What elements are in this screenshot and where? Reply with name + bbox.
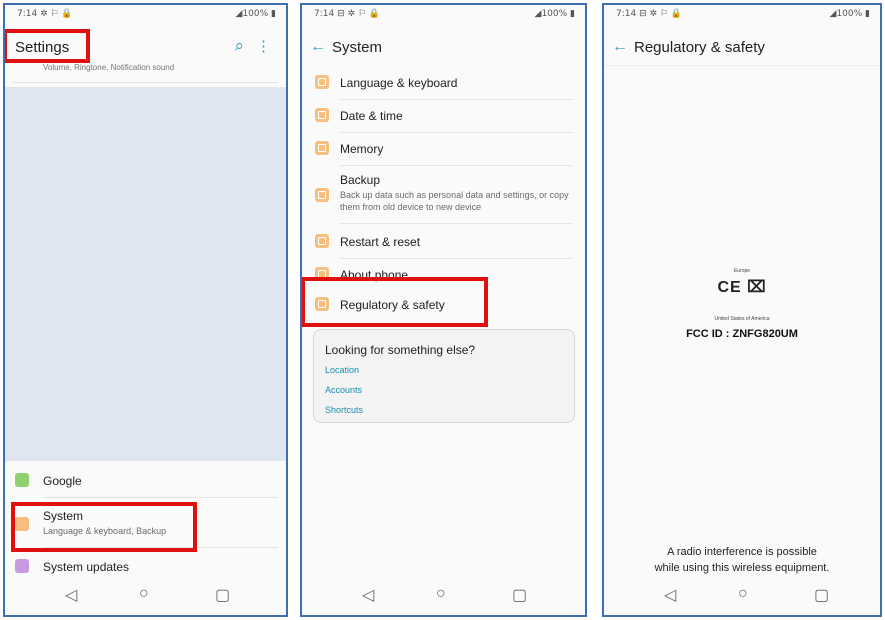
list-item-restart-reset[interactable]: Restart & reset — [302, 228, 585, 258]
notice-line-1: A radio interference is possible — [667, 546, 817, 558]
back-arrow-icon[interactable]: ← — [612, 38, 628, 56]
divider — [340, 99, 573, 100]
divider — [604, 65, 880, 66]
fcc-id: FCC ID : ZNFG820UM — [686, 328, 798, 340]
toolbar: ← System — [302, 27, 585, 67]
divider — [340, 258, 573, 259]
back-nav-icon[interactable]: ◁ — [664, 585, 676, 605]
list-item-label: Date & time — [340, 109, 403, 123]
status-bar: 7:14 ✲ ⚐ 🔒 ◢100% ▮ — [5, 5, 286, 25]
google-icon — [15, 473, 29, 487]
status-bar: 7:14 ⊟ ✲ ⚐ 🔒 ◢100% ▮ — [604, 5, 880, 25]
list-item-label: Language & keyboard — [340, 76, 458, 90]
home-nav-icon[interactable]: ○ — [738, 585, 748, 603]
highlight-box — [302, 277, 488, 327]
back-nav-icon[interactable]: ◁ — [362, 585, 374, 605]
divider — [13, 82, 278, 83]
recent-apps-icon[interactable]: ▢ — [814, 585, 829, 605]
settings-item-google[interactable]: Google — [5, 467, 286, 497]
restart-icon — [315, 234, 329, 248]
back-arrow-icon[interactable]: ← — [310, 38, 326, 56]
list-item-subtext: Back up data such as personal data and s… — [340, 190, 569, 212]
list-item-memory[interactable]: Memory — [302, 135, 585, 165]
search-icon[interactable]: ⌕ — [234, 36, 244, 56]
battery-status: ◢100% ▮ — [829, 9, 870, 19]
list-item-label: Restart & reset — [340, 235, 421, 249]
sound-subtext: Volume, Ringtone, Notification sound — [43, 63, 175, 72]
divider — [340, 132, 573, 133]
settings-item-label: System updates — [43, 560, 130, 574]
battery-status: ◢100% ▮ — [235, 9, 276, 19]
navigation-bar: ◁ ○ ▢ — [5, 577, 286, 615]
status-time: 7:14 ⊟ ✲ ⚐ 🔒 — [314, 9, 381, 19]
settings-screen: 7:14 ✲ ⚐ 🔒 ◢100% ▮ Settings ⌕ ⋮ Volume, … — [3, 3, 288, 617]
system-screen: 7:14 ⊟ ✲ ⚐ 🔒 ◢100% ▮ ← System Language &… — [300, 3, 587, 617]
status-bar: 7:14 ⊟ ✲ ⚐ 🔒 ◢100% ▮ — [302, 5, 585, 25]
home-nav-icon[interactable]: ○ — [139, 585, 149, 603]
recent-apps-icon[interactable]: ▢ — [512, 585, 527, 605]
highlight-box — [11, 502, 197, 552]
list-item-label: Memory — [340, 142, 384, 156]
home-nav-icon[interactable]: ○ — [436, 585, 446, 603]
ce-mark: CE ⌧ — [717, 279, 767, 296]
list-item-backup[interactable]: Backup Back up data such as personal dat… — [302, 168, 585, 223]
link-location[interactable]: Location — [325, 365, 359, 375]
navigation-bar: ◁ ○ ▢ — [604, 577, 880, 615]
more-options-icon[interactable]: ⋮ — [256, 37, 271, 55]
toolbar: ← Regulatory & safety — [604, 27, 880, 67]
status-time: 7:14 ✲ ⚐ 🔒 — [17, 9, 73, 19]
usa-label: United States of America — [714, 316, 770, 322]
list-item-language-keyboard[interactable]: Language & keyboard — [302, 69, 585, 99]
divider — [43, 497, 278, 498]
link-shortcuts[interactable]: Shortcuts — [325, 405, 363, 415]
status-time: 7:14 ⊟ ✲ ⚐ 🔒 — [616, 9, 683, 19]
list-item-label: Backup — [340, 173, 381, 187]
battery-status: ◢100% ▮ — [534, 9, 575, 19]
blank-content-area — [5, 87, 286, 461]
link-accounts[interactable]: Accounts — [325, 385, 362, 395]
regulatory-screen: 7:14 ⊟ ✲ ⚐ 🔒 ◢100% ▮ ← Regulatory & safe… — [602, 3, 882, 617]
recent-apps-icon[interactable]: ▢ — [215, 585, 230, 605]
suggestion-card: Looking for something else? Location Acc… — [313, 329, 575, 423]
navigation-bar: ◁ ○ ▢ — [302, 577, 585, 615]
back-nav-icon[interactable]: ◁ — [65, 585, 77, 605]
page-title: Regulatory & safety — [634, 39, 765, 56]
card-title: Looking for something else? — [325, 343, 476, 357]
language-icon — [315, 75, 329, 89]
calendar-icon — [315, 108, 329, 122]
notice-line-2: while using this wireless equipment. — [654, 562, 830, 574]
settings-item-label: Google — [43, 474, 82, 488]
update-icon — [15, 559, 29, 573]
europe-label: Europe — [733, 268, 751, 274]
divider — [340, 165, 573, 166]
divider — [340, 223, 573, 224]
memory-icon — [315, 141, 329, 155]
page-title: System — [332, 39, 383, 56]
backup-icon — [315, 188, 329, 202]
list-item-date-time[interactable]: Date & time — [302, 102, 585, 132]
highlight-box — [5, 29, 90, 63]
